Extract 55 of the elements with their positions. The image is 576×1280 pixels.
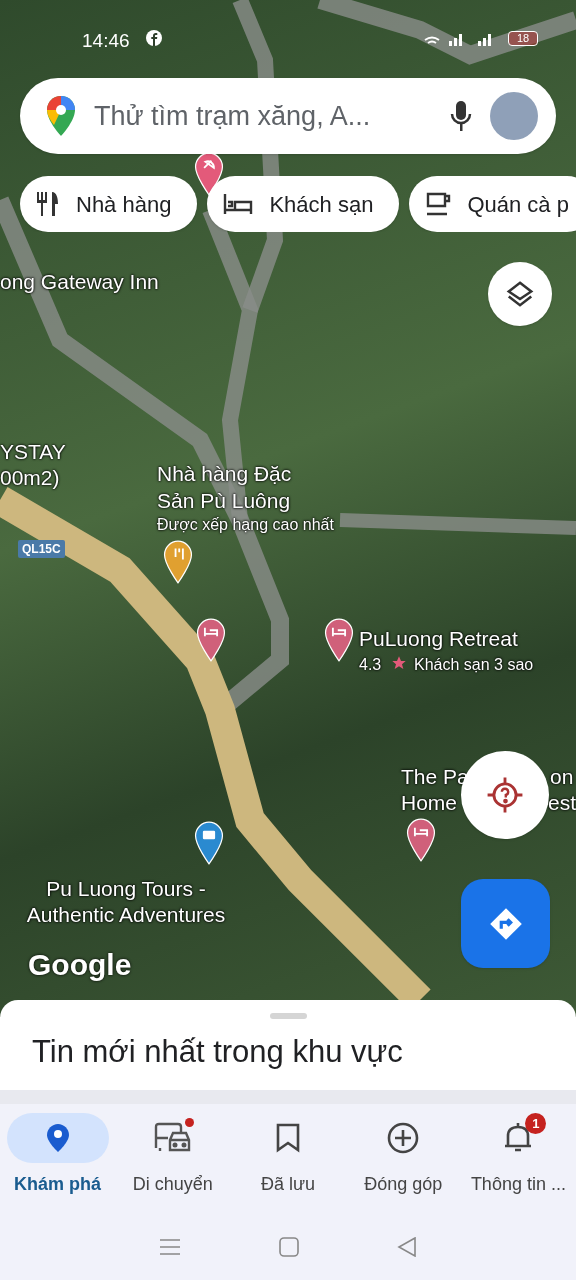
nav-tab[interactable]: Khám phá bbox=[0, 1105, 116, 1205]
status-time: 14:46 bbox=[82, 29, 130, 53]
bed-pin-icon[interactable] bbox=[324, 618, 354, 662]
bed-pin-icon[interactable] bbox=[196, 618, 226, 662]
bed-icon bbox=[223, 193, 254, 215]
place-detail: Được xếp hạng cao nhất bbox=[157, 515, 334, 535]
place-label: Home bbox=[401, 790, 458, 816]
place-label: ong Gateway Inn bbox=[0, 269, 160, 295]
search-field[interactable]: Thử tìm trạm xăng, A... bbox=[20, 78, 556, 154]
signal-icon bbox=[477, 32, 493, 46]
map-pin-logo-icon bbox=[46, 95, 76, 137]
star-icon bbox=[391, 655, 407, 671]
place-detail: 4.3 bbox=[359, 655, 382, 675]
nav-tab[interactable]: Di chuyển bbox=[115, 1105, 231, 1205]
camera-pin-icon[interactable] bbox=[194, 821, 224, 865]
place-label: PuLuong Retreat bbox=[359, 626, 518, 652]
place-label: Nhà hàng Đặc Sản Pù Luông bbox=[157, 461, 293, 514]
facebook-icon bbox=[146, 30, 162, 46]
bookmark-icon bbox=[276, 1123, 300, 1153]
nav-tab[interactable]: Đóng góp bbox=[345, 1105, 461, 1205]
bed-pin-icon[interactable] bbox=[406, 818, 436, 862]
category-chip[interactable]: Khách sạn bbox=[207, 176, 400, 232]
place-detail: Khách sạn 3 sao bbox=[414, 655, 534, 675]
location-pin-icon bbox=[45, 1123, 70, 1153]
drag-handle[interactable] bbox=[270, 1013, 307, 1019]
notification-badge: 1 bbox=[525, 1113, 547, 1134]
search-placeholder: Thử tìm trạm xăng, A... bbox=[94, 99, 372, 133]
bus-car-icon bbox=[153, 1122, 192, 1154]
avatar[interactable] bbox=[490, 92, 538, 140]
directions-button[interactable] bbox=[461, 879, 550, 968]
place-label: YSTAY bbox=[0, 439, 66, 465]
category-chip[interactable]: Nhà hàng bbox=[20, 176, 198, 232]
coffee-cup-icon bbox=[425, 191, 452, 217]
microphone-icon[interactable] bbox=[450, 100, 472, 132]
bell-icon bbox=[504, 1122, 533, 1154]
battery-indicator: 18 bbox=[508, 31, 538, 46]
road-shield: QL15C bbox=[18, 540, 65, 558]
layers-icon bbox=[505, 279, 535, 309]
location-unknown-icon bbox=[486, 776, 524, 814]
restaurant-pin-icon[interactable] bbox=[163, 540, 193, 584]
fork-knife-icon bbox=[36, 191, 60, 217]
nav-tab[interactable]: 1 Thông tin ... bbox=[460, 1105, 576, 1205]
signal-icon bbox=[448, 32, 464, 46]
home-icon[interactable] bbox=[279, 1237, 299, 1257]
category-chip[interactable]: Quán cà p bbox=[409, 176, 576, 232]
place-label: 00m2) bbox=[0, 465, 60, 491]
google-logo: Google bbox=[28, 947, 132, 983]
back-icon[interactable] bbox=[397, 1237, 417, 1257]
wifi-icon bbox=[424, 36, 440, 46]
plus-circle-icon bbox=[387, 1122, 420, 1154]
place-label: Pu Luong Tours - Authentic Adventures bbox=[25, 876, 227, 928]
sheet-title: Tin mới nhất trong khu vực bbox=[32, 1033, 403, 1071]
place-label: on bbox=[550, 764, 574, 790]
nav-tab[interactable]: Đã lưu bbox=[230, 1105, 346, 1205]
place-label: est bbox=[548, 790, 576, 816]
